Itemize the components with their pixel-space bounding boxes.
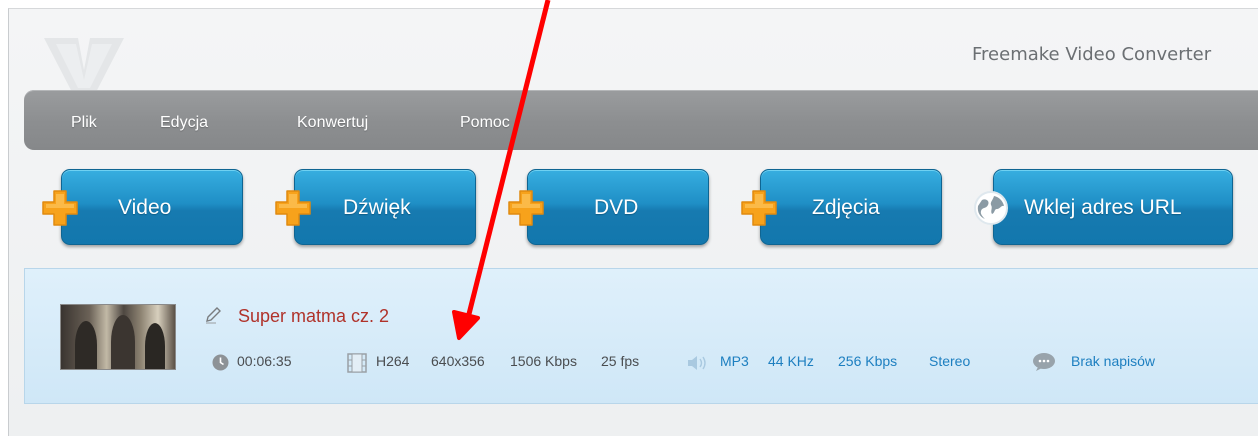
plus-icon <box>508 190 544 226</box>
clock-icon <box>212 354 229 371</box>
film-icon <box>347 353 367 373</box>
url-button-label: Wklej adres URL <box>1024 196 1182 219</box>
speech-bubble-icon <box>1033 353 1055 371</box>
video-button-label: Video <box>118 196 172 219</box>
video-bitrate[interactable]: 1506 Kbps <box>510 353 577 369</box>
app-logo-icon <box>44 38 124 96</box>
plus-icon <box>42 190 78 226</box>
speaker-icon <box>688 356 706 370</box>
video-thumbnail <box>60 304 176 370</box>
audio-bitrate[interactable]: 256 Kbps <box>838 353 897 369</box>
menu-plik[interactable]: Plik <box>71 114 97 132</box>
menu-bar <box>24 90 1258 150</box>
plus-icon <box>741 190 777 226</box>
file-item-row[interactable] <box>24 268 1258 404</box>
file-title[interactable]: Super matma cz. 2 <box>238 306 389 327</box>
menu-edycja[interactable]: Edycja <box>160 114 208 132</box>
dvd-button-label: DVD <box>594 196 639 219</box>
audio-sample-rate[interactable]: 44 KHz <box>768 353 814 369</box>
audio-button-label: Dźwięk <box>343 196 411 219</box>
audio-channels[interactable]: Stereo <box>929 353 970 369</box>
video-resolution[interactable]: 640x356 <box>431 353 485 369</box>
photos-button-label: Zdjęcia <box>812 196 880 219</box>
duration-value: 00:06:35 <box>237 353 292 369</box>
window-left-margin <box>0 0 8 435</box>
subtitles-setting[interactable]: Brak napisów <box>1071 353 1155 369</box>
video-codec[interactable]: H264 <box>376 353 409 369</box>
video-fps[interactable]: 25 fps <box>601 353 639 369</box>
menu-pomoc[interactable]: Pomoc <box>460 114 510 132</box>
globe-icon <box>974 191 1008 225</box>
app-title: Freemake Video Converter <box>972 44 1212 65</box>
plus-icon <box>275 190 311 226</box>
menu-konwertuj[interactable]: Konwertuj <box>297 114 368 132</box>
pencil-icon[interactable] <box>204 306 222 324</box>
audio-codec[interactable]: MP3 <box>720 353 749 369</box>
